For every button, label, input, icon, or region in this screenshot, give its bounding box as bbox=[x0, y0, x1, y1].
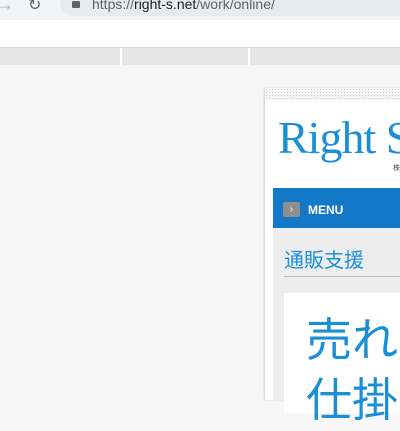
address-bar[interactable]: https://right-s.net/work/online/ bbox=[60, 0, 400, 16]
url-text[interactable]: https://right-s.net/work/online/ bbox=[92, 0, 275, 12]
menu-label[interactable]: MENU bbox=[308, 203, 343, 217]
strip-segment bbox=[122, 48, 250, 65]
hero-heading: 売れ 仕掛 bbox=[306, 315, 398, 426]
section-title: 通販支援 bbox=[284, 250, 364, 272]
dotted-header-strip bbox=[265, 88, 400, 100]
site-logo[interactable]: Right S bbox=[278, 115, 400, 161]
strip-segment bbox=[0, 48, 122, 65]
bookmarks-bar bbox=[0, 20, 400, 48]
lock-icon[interactable] bbox=[72, 1, 80, 8]
menu-bar[interactable]: › MENU bbox=[273, 188, 400, 228]
section-divider bbox=[284, 276, 400, 277]
page-top-strip bbox=[0, 48, 400, 65]
content-card: 売れ 仕掛 bbox=[284, 293, 400, 426]
logo-subtext: 株 bbox=[393, 165, 400, 172]
browser-toolbar: → ↻ https://right-s.net/work/online/ bbox=[0, 0, 400, 20]
content-area: 通販支援 売れ 仕掛 bbox=[273, 228, 400, 426]
menu-chevron-icon[interactable]: › bbox=[283, 202, 300, 217]
back-arrow-icon[interactable]: → bbox=[0, 0, 14, 14]
site-container: Right S 株 › MENU 通販支援 売れ 仕掛 bbox=[265, 88, 400, 426]
reload-icon[interactable]: ↻ bbox=[28, 0, 41, 16]
